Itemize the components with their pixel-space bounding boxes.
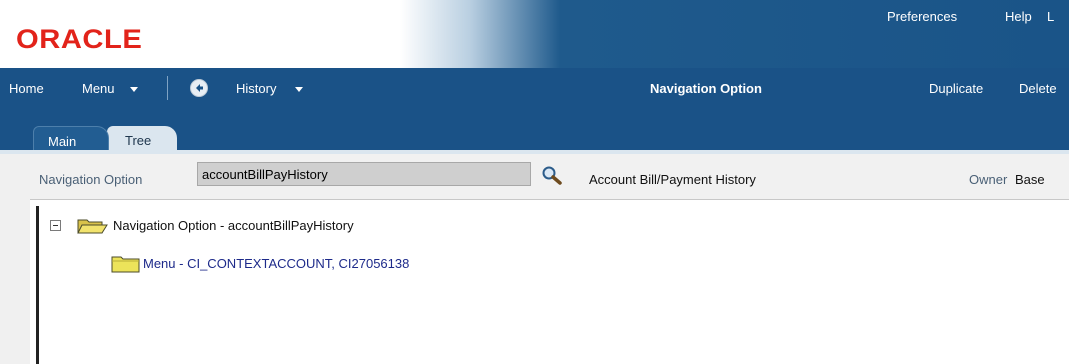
duplicate-button[interactable]: Duplicate <box>929 81 983 96</box>
header-banner: ORACLE Preferences Help L <box>0 0 1069 68</box>
history-chevron-down-icon[interactable] <box>295 87 303 92</box>
history-dropdown[interactable]: History <box>236 81 276 96</box>
collapse-icon[interactable] <box>50 220 61 231</box>
help-link[interactable]: Help <box>1005 9 1032 24</box>
nav-divider <box>167 76 168 100</box>
left-gutter <box>0 154 30 364</box>
navigation-option-description: Account Bill/Payment History <box>589 172 756 187</box>
folder-open-icon <box>76 216 108 239</box>
folder-icon <box>111 254 141 277</box>
oracle-logo: ORACLE <box>16 24 143 54</box>
navigation-option-label: Navigation Option <box>39 172 143 187</box>
navigation-option-input[interactable] <box>197 162 531 186</box>
navigation-bar: Home Menu History Navigation Option Dupl… <box>0 68 1069 110</box>
owner-label: Owner <box>969 172 1008 187</box>
home-link[interactable]: Home <box>9 81 44 96</box>
tree-panel-border <box>36 206 39 364</box>
tab-strip: Tree Main <box>0 110 1069 154</box>
search-icon[interactable] <box>541 165 563 188</box>
tree-node-root[interactable]: Navigation Option - accountBillPayHistor… <box>113 218 354 233</box>
menu-dropdown[interactable]: Menu <box>82 81 115 96</box>
tree-node-menu[interactable]: Menu - CI_CONTEXTACCOUNT, CI27056138 <box>143 256 409 271</box>
back-arrow-icon[interactable] <box>190 79 208 97</box>
preferences-link[interactable]: Preferences <box>887 9 957 24</box>
owner-value: Base <box>1015 172 1045 187</box>
delete-button[interactable]: Delete <box>1019 81 1057 96</box>
page-title: Navigation Option <box>650 81 762 96</box>
menu-chevron-down-icon[interactable] <box>130 87 138 92</box>
logout-link[interactable]: L <box>1047 9 1054 24</box>
record-header: Navigation Option Account Bill/Payment H… <box>30 154 1069 200</box>
